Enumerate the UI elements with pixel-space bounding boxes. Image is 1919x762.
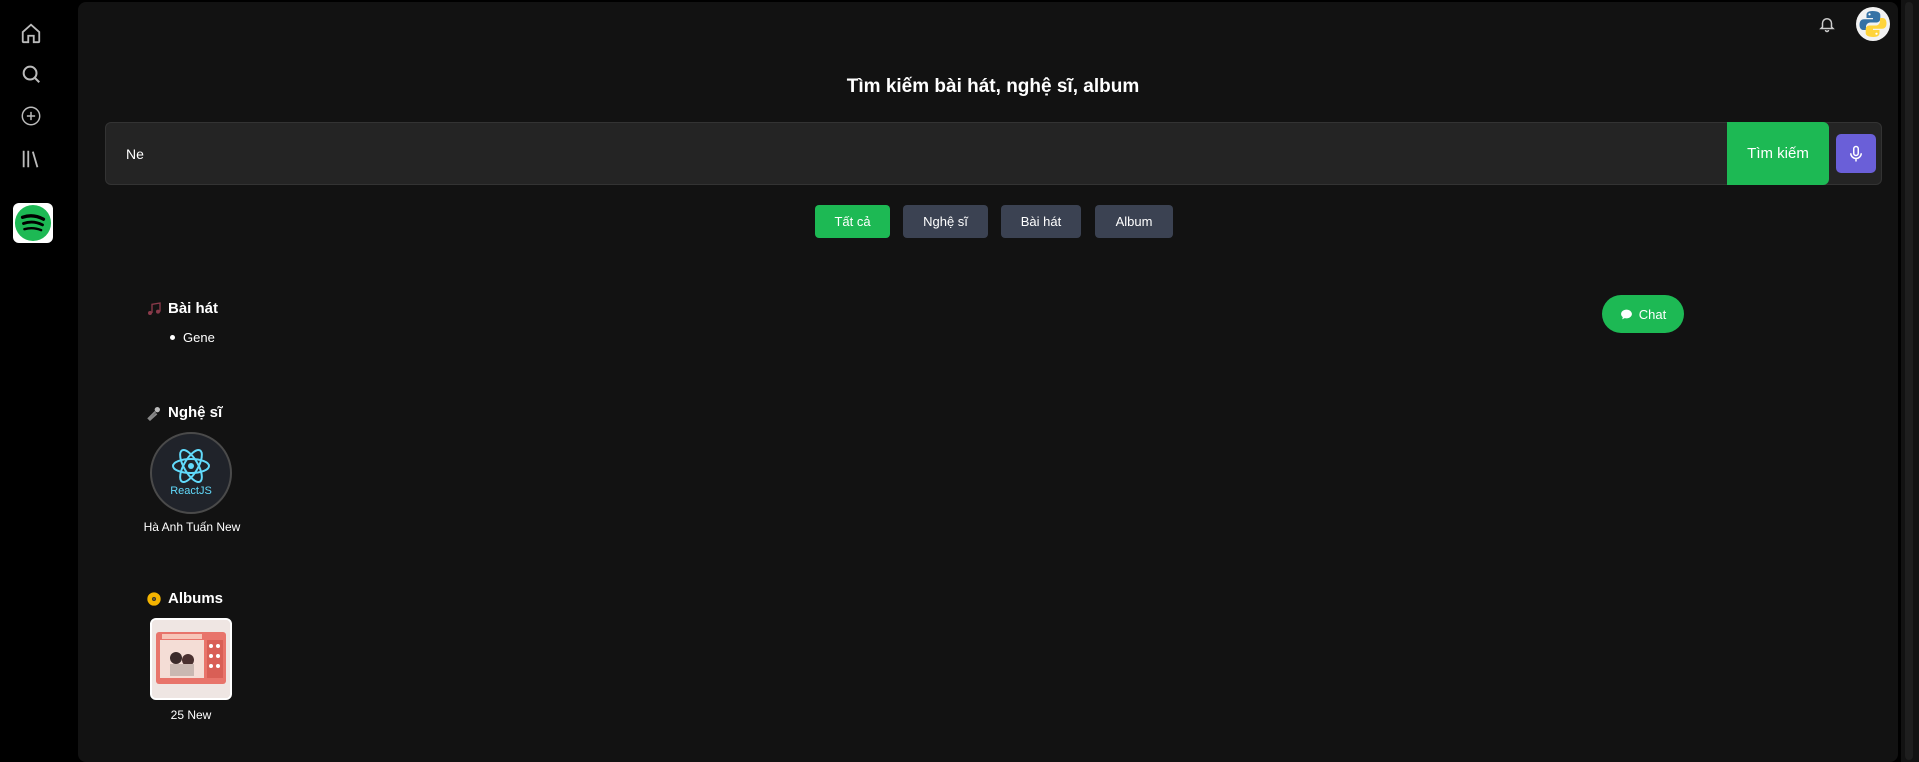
app: Tìm kiếm bài hát, nghệ sĩ, album Tìm kiế… bbox=[0, 0, 1919, 762]
album-art bbox=[152, 620, 230, 698]
songs-section-label: Bài hát bbox=[168, 300, 219, 317]
react-logo: ReactJS bbox=[170, 449, 212, 497]
main-panel bbox=[78, 2, 1898, 762]
bell-icon[interactable] bbox=[1816, 12, 1838, 36]
sidebar bbox=[0, 0, 78, 762]
albums-section-title: Albums bbox=[146, 590, 223, 607]
search-bar bbox=[105, 122, 1882, 185]
page-title: Tìm kiếm bài hát, nghệ sĩ, album bbox=[846, 76, 1140, 97]
artists-section-title: Nghệ sĩ bbox=[146, 404, 222, 421]
search-icon[interactable] bbox=[18, 61, 44, 87]
filter-album[interactable]: Album bbox=[1095, 205, 1173, 238]
microphone-icon bbox=[146, 405, 162, 421]
library-icon[interactable] bbox=[18, 146, 44, 172]
chat-label: Chat bbox=[1638, 306, 1667, 322]
disc-icon bbox=[146, 591, 162, 607]
python-logo bbox=[1859, 11, 1887, 37]
artist-name[interactable]: Hà Anh Tuấn New bbox=[130, 520, 254, 534]
songs-section-title: Bài hát bbox=[146, 300, 218, 317]
album-cover[interactable] bbox=[150, 618, 232, 700]
scrollbar-thumb[interactable] bbox=[1905, 2, 1913, 760]
filter-all[interactable]: Tất cả bbox=[815, 205, 890, 238]
home-icon[interactable] bbox=[18, 20, 44, 46]
chat-button[interactable]: Chat bbox=[1602, 295, 1684, 333]
search-input[interactable] bbox=[126, 123, 1706, 184]
avatar[interactable] bbox=[1856, 7, 1890, 41]
music-note-icon bbox=[146, 301, 162, 317]
svg-text:ReactJS: ReactJS bbox=[170, 485, 212, 497]
song-title: Gene bbox=[183, 330, 215, 345]
albums-section-label: Albums bbox=[168, 590, 224, 607]
microphone-icon bbox=[1850, 145, 1862, 161]
voice-search-button[interactable] bbox=[1836, 134, 1876, 173]
filter-songs[interactable]: Bài hát bbox=[1001, 205, 1081, 238]
filter-artists[interactable]: Nghệ sĩ bbox=[903, 205, 988, 238]
song-list-item[interactable]: Gene bbox=[170, 330, 215, 345]
album-name[interactable]: 25 New bbox=[150, 708, 232, 722]
chat-bubble-icon bbox=[1620, 309, 1632, 319]
add-icon[interactable] bbox=[18, 103, 44, 129]
bullet bbox=[170, 335, 175, 340]
artists-section-label: Nghệ sĩ bbox=[168, 404, 223, 421]
search-button[interactable]: Tìm kiếm bbox=[1727, 122, 1829, 185]
spotify-logo[interactable] bbox=[13, 203, 53, 243]
artist-avatar[interactable]: ReactJS bbox=[150, 432, 232, 514]
